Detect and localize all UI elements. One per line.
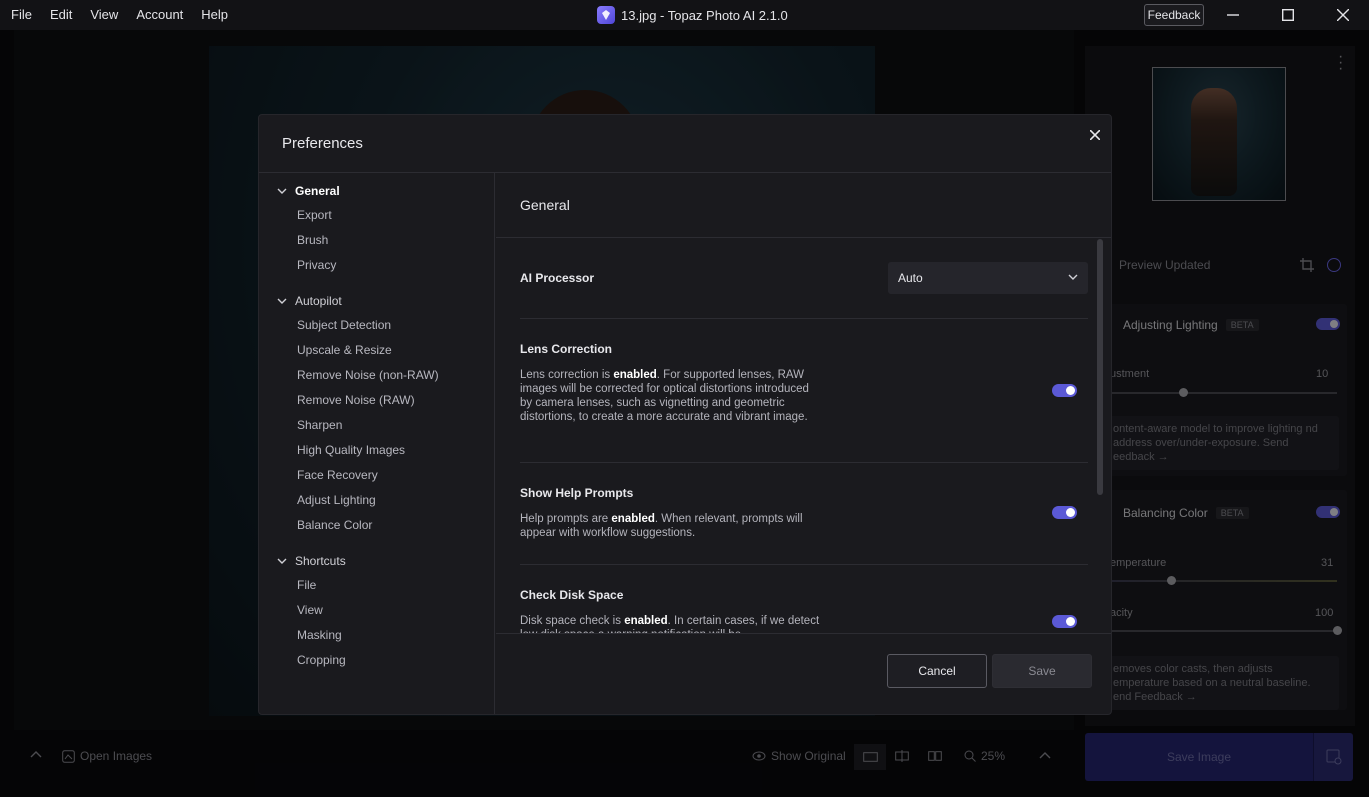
minimize-icon[interactable] [1210, 0, 1256, 30]
nav-item-sharpen[interactable]: Sharpen [297, 418, 342, 432]
menu-file[interactable]: File [2, 0, 41, 30]
nav-item-cropping[interactable]: Cropping [297, 653, 346, 667]
ai-processor-label: AI Processor [520, 271, 595, 285]
menu-edit[interactable]: Edit [41, 0, 81, 30]
cancel-button[interactable]: Cancel [887, 654, 987, 688]
nav-item-subject-detection[interactable]: Subject Detection [297, 318, 391, 332]
menu-bar: File Edit View Account Help [0, 0, 237, 30]
menu-help[interactable]: Help [192, 0, 237, 30]
content-title: General [520, 197, 570, 213]
disk-space-label: Check Disk Space [520, 588, 624, 602]
nav-item-export[interactable]: Export [297, 208, 332, 222]
chevron-down-icon [277, 188, 287, 194]
title-bar: File Edit View Account Help 13.jpg - Top… [0, 0, 1369, 30]
lens-correction-description: Lens correction is enabled. For supporte… [520, 369, 809, 423]
nav-item-remove-noise-raw[interactable]: Remove Noise (RAW) [297, 393, 415, 407]
nav-item-balance-color[interactable]: Balance Color [297, 518, 372, 532]
lens-correction-label: Lens Correction [520, 342, 613, 356]
nav-item-remove-noise-nonraw[interactable]: Remove Noise (non-RAW) [297, 368, 439, 382]
close-icon[interactable] [1085, 125, 1105, 145]
settings-scrollbar[interactable] [1097, 239, 1103, 495]
nav-group-shortcuts[interactable]: Shortcuts [277, 554, 346, 568]
dialog-footer-divider [496, 633, 1111, 634]
window-title-text: 13.jpg - Topaz Photo AI 2.1.0 [621, 7, 788, 23]
dialog-title: Preferences [282, 135, 363, 152]
close-window-icon[interactable] [1320, 0, 1366, 30]
nav-item-high-quality-images[interactable]: High Quality Images [297, 443, 405, 457]
ai-processor-select[interactable]: Auto [888, 262, 1088, 294]
menu-account[interactable]: Account [127, 0, 192, 30]
nav-item-masking[interactable]: Masking [297, 628, 342, 642]
disk-space-description: Disk space check is enabled. In certain … [520, 615, 820, 633]
help-prompts-label: Show Help Prompts [520, 486, 634, 500]
nav-group-autopilot[interactable]: Autopilot [277, 294, 342, 308]
chevron-down-icon [277, 298, 287, 304]
nav-item-view[interactable]: View [297, 603, 323, 617]
ai-processor-value: Auto [898, 271, 923, 285]
save-button[interactable]: Save [992, 654, 1092, 688]
feedback-button[interactable]: Feedback [1144, 4, 1204, 26]
preferences-sidebar: General Export Brush Privacy Autopilot S… [259, 173, 495, 714]
nav-item-privacy[interactable]: Privacy [297, 258, 336, 272]
chevron-down-icon [1068, 274, 1078, 280]
topaz-logo-icon [597, 6, 615, 24]
divider [520, 564, 1088, 565]
nav-item-adjust-lighting[interactable]: Adjust Lighting [297, 493, 376, 507]
preferences-dialog: Preferences General Export Brush Privacy… [258, 114, 1112, 715]
window-title: 13.jpg - Topaz Photo AI 2.1.0 [597, 0, 788, 30]
nav-group-general[interactable]: General [277, 184, 340, 198]
nav-item-face-recovery[interactable]: Face Recovery [297, 468, 378, 482]
help-prompts-description: Help prompts are enabled. When relevant,… [520, 513, 803, 539]
lens-correction-switch[interactable] [1052, 384, 1077, 397]
help-prompts-toggle[interactable] [1052, 506, 1077, 519]
nav-item-upscale-resize[interactable]: Upscale & Resize [297, 343, 392, 357]
divider [520, 318, 1088, 319]
maximize-icon[interactable] [1265, 0, 1311, 30]
nav-item-file[interactable]: File [297, 578, 316, 592]
disk-space-toggle[interactable] [1052, 615, 1077, 628]
settings-scroll-area[interactable]: AI Processor Auto Lens Correction Lens c… [496, 238, 1111, 633]
menu-view[interactable]: View [81, 0, 127, 30]
chevron-down-icon [277, 558, 287, 564]
nav-item-brush[interactable]: Brush [297, 233, 328, 247]
divider [520, 462, 1088, 463]
